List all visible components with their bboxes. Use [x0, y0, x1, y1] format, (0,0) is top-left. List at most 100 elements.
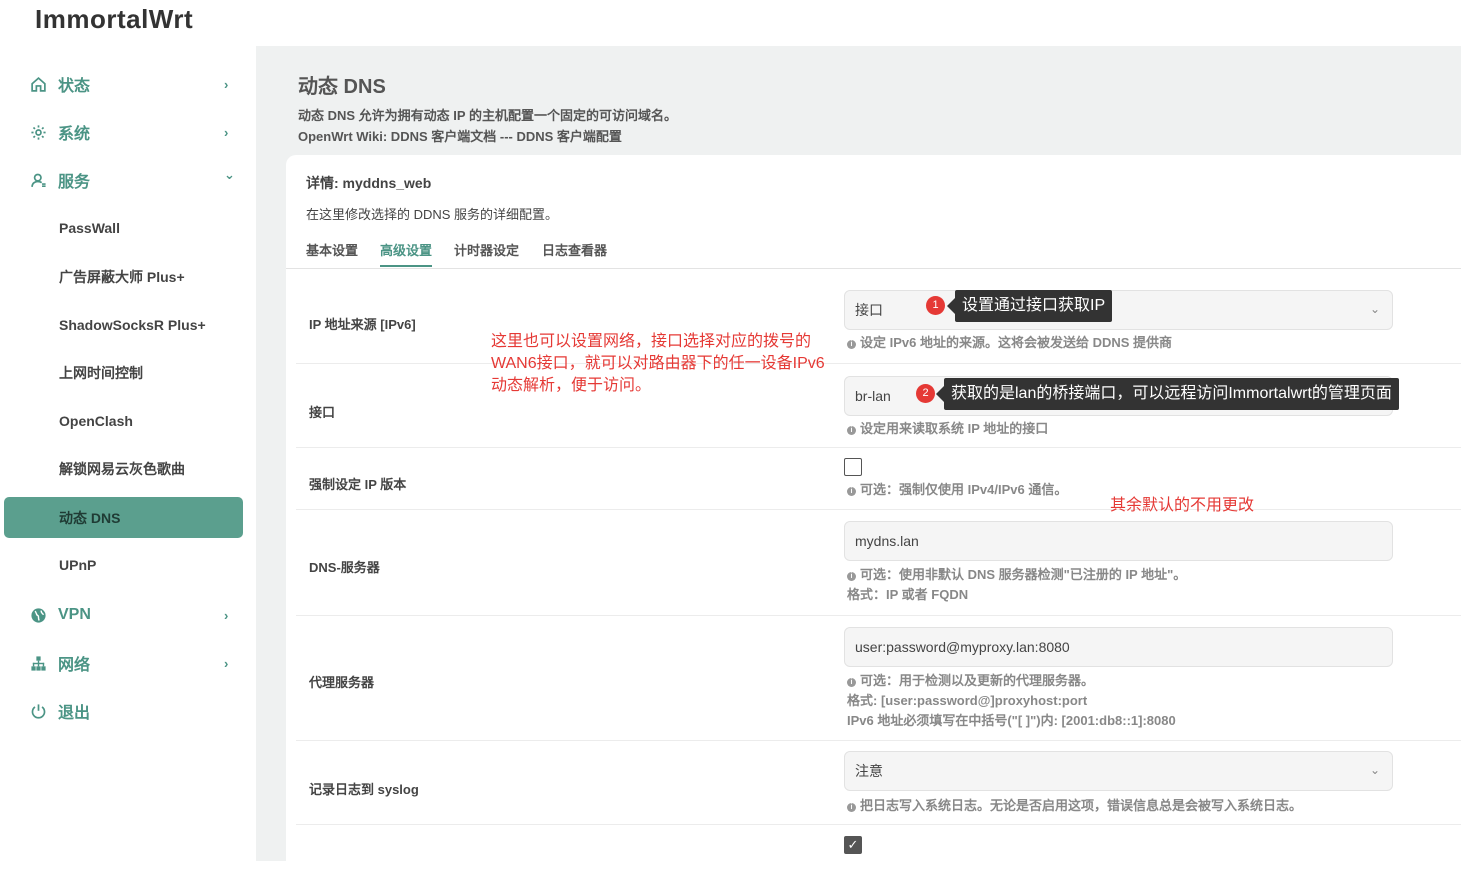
proxy-input[interactable]: user:password@myproxy.lan:8080 [844, 627, 1393, 667]
proxy-label: 代理服务器 [309, 675, 375, 690]
annotation-line: WAN6接口，就可以对路由器下的任一设备IPv6 [491, 355, 825, 372]
sidebar-item-label: OpenClash [59, 413, 133, 429]
sidebar-item-label: ShadowSocksR Plus+ [59, 317, 206, 333]
force-ip-hint: i 可选：强制仅使用 IPv4/IPv6 通信。 [847, 480, 1067, 500]
sidebar-item-system[interactable]: 系统 › [0, 112, 256, 152]
info-icon: i [847, 678, 856, 687]
info-icon: i [847, 572, 856, 581]
annotation-badge-2: 2 [916, 384, 935, 403]
hint-text: IPv6 地址必须填写在中括号("[ ]")内: [2001:db8::1]:8… [847, 713, 1176, 728]
gear-icon [29, 123, 47, 141]
info-icon: i [847, 340, 856, 349]
interface-value: br-lan [855, 388, 891, 404]
chevron-right-icon: › [224, 124, 229, 140]
annotation-note-defaults: 其余默认的不用更改 [1110, 497, 1255, 514]
sidebar-item-label: 服务 [58, 174, 91, 191]
dns-server-hint: i 可选：使用非默认 DNS 服务器检测"已注册的 IP 地址"。 格式：IP 或… [847, 565, 1186, 605]
info-icon: i [847, 803, 856, 812]
sidebar-item-unblockmusic[interactable]: 解锁网易云灰色歌曲 [0, 449, 256, 489]
sidebar-item-ddns[interactable]: 动态 DNS [4, 497, 243, 538]
sidebar-item-timecontrol[interactable]: 上网时间控制 [0, 353, 256, 393]
syslog-value: 注意 [855, 763, 883, 779]
sidebar-item-label: 退出 [58, 705, 91, 722]
hint-text: 可选：使用非默认 DNS 服务器检测"已注册的 IP 地址"。 [860, 567, 1187, 582]
tab-log-viewer[interactable]: 日志查看器 [542, 240, 607, 265]
sidebar-item-label: 广告屏蔽大师 Plus+ [59, 269, 185, 285]
annotation-callout-1: 设置通过接口获取IP [946, 290, 1113, 322]
form-row-ip-source: IP 地址来源 [IPv6] 接口 ⌄ i 设定 IPv6 地址的来源。这将会被发… [296, 278, 1461, 364]
sidebar-item-services[interactable]: 服务 ⌄ [0, 160, 256, 200]
interface-label: 接口 [309, 405, 336, 420]
syslog-hint: i 把日志写入系统日志。无论是否启用这项，错误信息总是会被写入系统日志。 [847, 796, 1302, 816]
sidebar-item-openclash[interactable]: OpenClash [0, 401, 256, 441]
network-icon [29, 654, 47, 672]
ddns-detail-card: 详情: myddns_web 在这里修改选择的 DDNS 服务的详细配置。 基本… [286, 155, 1461, 861]
sidebar-item-label: VPN [58, 606, 91, 623]
home-icon [29, 75, 47, 93]
dns-server-input[interactable]: mydns.lan [844, 521, 1393, 561]
globe-icon [29, 606, 47, 624]
hint-text: 格式: [user:password@]proxyhost:port [847, 693, 1088, 708]
annotation-callout-2: 获取的是lan的桥接端口，可以远程访问Immortalwrt的管理页面 [936, 378, 1399, 410]
proxy-hint: i 可选：用于检测以及更新的代理服务器。 格式: [user:password@]… [847, 671, 1176, 731]
main-content: 动态 DNS 动态 DNS 允许为拥有动态 IP 的主机配置一个固定的可访问域名… [256, 46, 1461, 861]
form-row-dns-server: DNS-服务器 mydns.lan i 可选：使用非默认 DNS 服务器检测"已注… [296, 510, 1461, 616]
annotation-badge-1: 1 [926, 296, 945, 315]
info-icon: i [847, 487, 856, 496]
hint-text: 可选：用于检测以及更新的代理服务器。 [860, 673, 1095, 688]
form-row-proxy: 代理服务器 user:password@myproxy.lan:8080 i 可选… [296, 616, 1461, 741]
syslog-select[interactable]: 注意 ⌄ [844, 751, 1393, 791]
sidebar: 状态 › 系统 › 服务 ⌄ PassWall 广告屏蔽大师 Plus+ Sha… [0, 46, 256, 875]
footer-strip [0, 861, 1461, 875]
syslog-label: 记录日志到 syslog [309, 782, 419, 797]
chevron-down-icon: ⌄ [1369, 302, 1380, 316]
chevron-right-icon: › [224, 76, 229, 92]
ip-source-value: 接口 [855, 302, 883, 318]
hint-text: 设定用来读取系统 IP 地址的接口 [860, 421, 1049, 436]
force-ip-label: 强制设定 IP 版本 [309, 477, 407, 492]
annotation-line: 这里也可以设置网络，接口选择对应的拨号的 [491, 333, 812, 350]
sidebar-item-label: 动态 DNS [59, 509, 121, 526]
power-icon [29, 702, 47, 720]
user-icon [29, 171, 47, 189]
sidebar-item-passwall[interactable]: PassWall [0, 208, 256, 248]
hint-text: 格式：IP 或者 FQDN [847, 587, 969, 602]
wiki-links[interactable]: OpenWrt Wiki: DDNS 客户端文档 --- DDNS 客户端配置 [298, 126, 677, 147]
page-title: 动态 DNS [298, 76, 386, 98]
sidebar-item-status[interactable]: 状态 › [0, 64, 256, 104]
sidebar-item-label: 解锁网易云灰色歌曲 [59, 461, 185, 477]
page-description: 动态 DNS 允许为拥有动态 IP 的主机配置一个固定的可访问域名。 OpenW… [298, 105, 677, 147]
chevron-right-icon: › [224, 607, 229, 623]
sidebar-item-upnp[interactable]: UPnP [0, 545, 256, 585]
page-description-line: 动态 DNS 允许为拥有动态 IP 的主机配置一个固定的可访问域名。 [298, 108, 677, 123]
sidebar-item-adblock[interactable]: 广告屏蔽大师 Plus+ [0, 257, 256, 297]
info-icon: i [847, 426, 856, 435]
hint-text: 可选：强制仅使用 IPv4/IPv6 通信。 [860, 482, 1068, 497]
sidebar-item-label: UPnP [59, 557, 97, 573]
brand-logo: ImmortalWrt [35, 4, 194, 34]
ip-source-hint: i 设定 IPv6 地址的来源。这将会被发送给 DDNS 提供商 [847, 333, 1172, 353]
chevron-down-icon: ⌄ [224, 167, 235, 182]
sidebar-item-label: 状态 [58, 78, 91, 95]
sidebar-item-ssrplus[interactable]: ShadowSocksR Plus+ [0, 305, 256, 345]
force-ip-checkbox[interactable] [844, 458, 862, 476]
logfile-checkbox[interactable]: ✓ [844, 836, 862, 854]
hint-text: 把日志写入系统日志。无论是否启用这项，错误信息总是会被写入系统日志。 [860, 798, 1303, 813]
proxy-placeholder: user:password@myproxy.lan:8080 [855, 639, 1070, 655]
sidebar-item-label: 上网时间控制 [59, 365, 143, 381]
tab-advanced[interactable]: 高级设置 [380, 240, 433, 267]
ip-source-label: IP 地址来源 [IPv6] [309, 317, 416, 332]
form-row-force-ip: 强制设定 IP 版本 i 可选：强制仅使用 IPv4/IPv6 通信。 [296, 448, 1461, 510]
tab-basic[interactable]: 基本设置 [306, 240, 358, 265]
form-row-syslog: 记录日志到 syslog 注意 ⌄ i 把日志写入系统日志。无论是否启用这项，错误… [296, 741, 1461, 825]
tab-timer[interactable]: 计时器设定 [454, 240, 519, 265]
card-title: 详情: myddns_web [306, 175, 432, 191]
sidebar-item-vpn[interactable]: VPN › [0, 595, 256, 635]
interface-hint: i 设定用来读取系统 IP 地址的接口 [847, 419, 1048, 439]
sidebar-item-label: 网络 [58, 657, 91, 674]
sidebar-item-label: PassWall [59, 220, 120, 236]
tab-bar: 基本设置 高级设置 计时器设定 日志查看器 [286, 231, 1461, 269]
sidebar-item-network[interactable]: 网络 › [0, 643, 256, 683]
chevron-down-icon: ⌄ [1369, 763, 1380, 777]
sidebar-item-logout[interactable]: 退出 [0, 691, 256, 731]
